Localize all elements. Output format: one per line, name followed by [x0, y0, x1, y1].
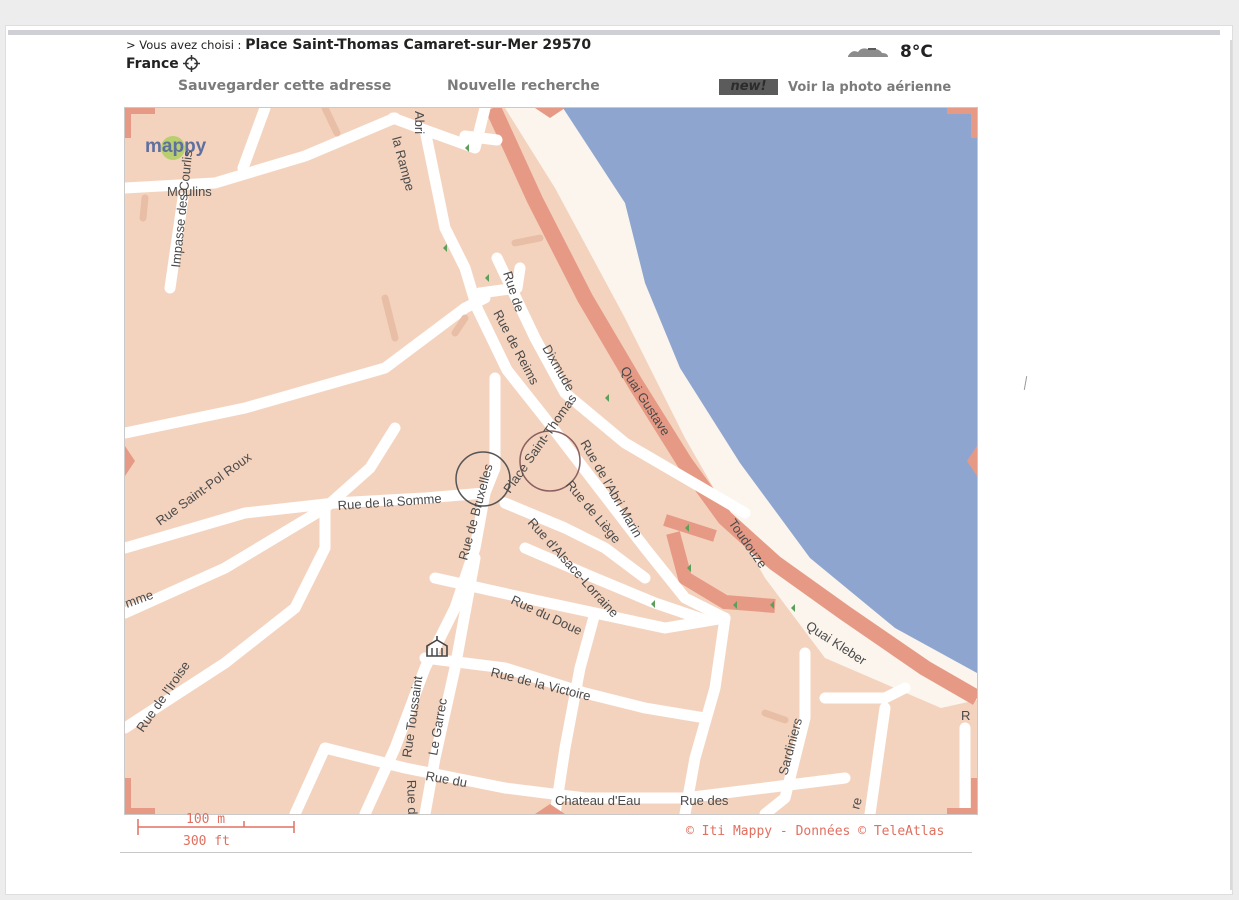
place-name: Place Saint-Thomas Camaret-sur-Mer 29570: [245, 37, 592, 53]
new-search-link[interactable]: Nouvelle recherche: [447, 78, 600, 94]
target-icon[interactable]: [182, 55, 200, 72]
cloud-icon: [848, 48, 888, 57]
footer-divider: [120, 852, 972, 853]
label-abri: Abri: [412, 111, 427, 134]
label-rue-des: Rue des: [680, 793, 729, 808]
copyright: © Iti Mappy - Données © TeleAtlas: [686, 824, 945, 839]
label-r: R: [961, 708, 970, 723]
map[interactable]: mappy Moulins Impasse des Courlis la Ram…: [124, 107, 978, 815]
scale-imperial: 300 ft: [183, 834, 230, 849]
scan-right-edge: [1230, 40, 1232, 890]
chosen-prefix: > Vous avez choisi :: [126, 38, 242, 52]
country-row: France: [126, 55, 200, 72]
map-canvas[interactable]: mappy Moulins Impasse des Courlis la Ram…: [125, 108, 977, 814]
aerial-photo-link[interactable]: Voir la photo aérienne: [788, 80, 951, 95]
label-rue-c: Rue d: [404, 780, 420, 814]
weather: 8°C: [846, 42, 933, 62]
save-address-link[interactable]: Sauvegarder cette adresse: [178, 78, 391, 94]
new-badge: new!: [719, 79, 778, 95]
country-name: France: [126, 55, 179, 72]
label-chateau-deau: Chateau d'Eau: [555, 793, 641, 808]
mappy-logo-text: mappy: [145, 136, 207, 157]
scale-metric: 100 m: [186, 812, 226, 827]
scan-top-band: [8, 30, 1220, 35]
temperature: 8°C: [900, 42, 933, 62]
chosen-address: > Vous avez choisi : Place Saint-Thomas …: [126, 37, 591, 53]
mappy-logo: mappy: [145, 136, 207, 160]
